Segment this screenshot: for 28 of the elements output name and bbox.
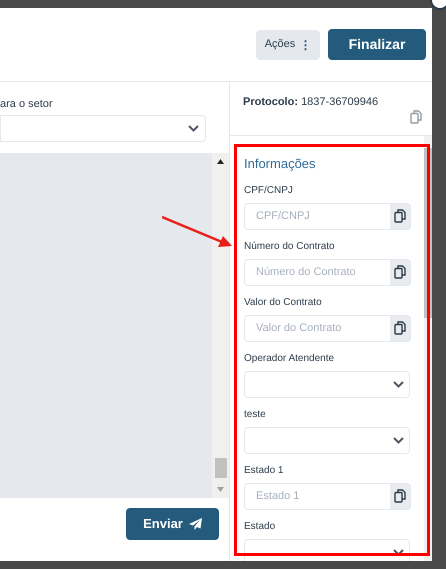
- send-icon: [188, 518, 202, 530]
- chevron-down-icon: [393, 380, 404, 388]
- field-label: teste: [244, 408, 267, 420]
- field-label: Operador Atendente: [244, 352, 336, 364]
- field-label: CPF/CNPJ: [244, 184, 294, 196]
- select-field[interactable]: [244, 426, 410, 454]
- chevron-down-icon: [393, 548, 404, 556]
- field-label: Valor do Contrato: [244, 296, 323, 308]
- protocol-text: Protocolo: 1837-36709946: [243, 95, 380, 110]
- scroll-up-icon: [217, 159, 224, 164]
- copy-icon: [410, 110, 422, 124]
- section-title: Informações: [244, 155, 317, 173]
- pointer-arrow: [162, 216, 232, 248]
- select-field[interactable]: [244, 370, 410, 398]
- sector-label: ara o setor: [0, 97, 54, 112]
- send-button[interactable]: Enviar: [126, 508, 219, 540]
- finish-button[interactable]: Finalizar: [328, 29, 426, 60]
- more-icon: ⋮: [299, 36, 312, 54]
- select-field[interactable]: [244, 538, 410, 561]
- field-label: Estado 1: [244, 464, 284, 476]
- field-label: Estado: [244, 520, 276, 532]
- scroll-down-icon: [217, 487, 224, 492]
- actions-button[interactable]: Ações ⋮: [256, 30, 320, 60]
- chevron-down-icon: [188, 125, 199, 132]
- scrollbar[interactable]: [212, 153, 229, 498]
- chevron-down-icon: [393, 436, 404, 444]
- scroll-thumb[interactable]: [215, 458, 227, 478]
- field-label: Número do Contrato: [244, 240, 336, 252]
